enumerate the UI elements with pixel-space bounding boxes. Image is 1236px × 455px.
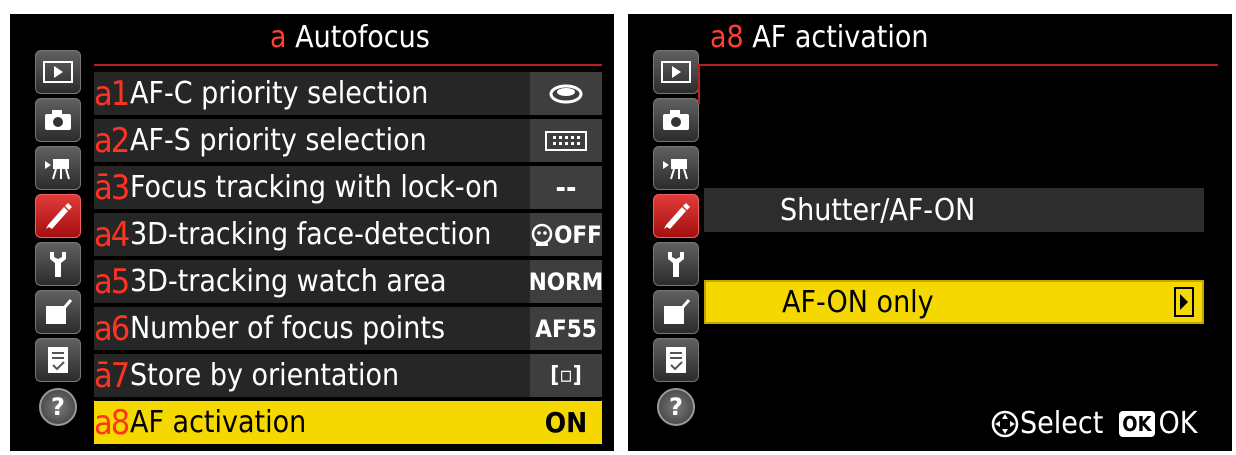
- movie-icon: [663, 159, 688, 180]
- menu-item-code: a5: [94, 261, 130, 302]
- footer-hints: Select OK OK: [990, 406, 1197, 441]
- menu-item-code: a2: [94, 120, 130, 161]
- select-hint: Select: [1020, 406, 1104, 441]
- wrench-icon: [668, 252, 684, 277]
- menu-item-a5[interactable]: a5 3D-tracking watch area NORM: [94, 260, 603, 303]
- face-icon: [531, 223, 553, 246]
- menu-item-value: OFF: [530, 213, 602, 256]
- menu-item-a7[interactable]: ā7 Store by orientation [▫]: [94, 354, 602, 397]
- tab-setup[interactable]: [653, 242, 699, 286]
- menu-item-code: ā3: [94, 167, 130, 208]
- menu-item-value: ON: [530, 401, 602, 444]
- tab-shooting[interactable]: [653, 98, 699, 142]
- menu-item-label: Focus tracking with lock-on: [130, 170, 499, 205]
- option-label: Shutter/AF-ON: [780, 192, 976, 228]
- tab-movie[interactable]: [653, 146, 699, 190]
- ok-hint: OK: [1158, 406, 1198, 441]
- right-arrow-icon: [1174, 287, 1194, 317]
- tab-shooting[interactable]: [35, 98, 81, 142]
- menu-item-label: Number of focus points: [130, 311, 446, 346]
- tab-playback[interactable]: [653, 50, 699, 94]
- title-text: AF activation: [752, 20, 929, 55]
- menu-item-label: 3D-tracking watch area: [130, 264, 447, 299]
- menu-item-label: Store by orientation: [130, 358, 400, 393]
- my-menu-icon: [666, 347, 686, 373]
- retouch-icon: [46, 299, 73, 324]
- title-divider: [698, 64, 1218, 66]
- menu-item-code: a6: [94, 308, 130, 349]
- tab-help[interactable]: ?: [39, 388, 77, 426]
- menu-item-a4[interactable]: a4 3D-tracking face-detection OFF: [94, 213, 602, 256]
- playback-icon: [661, 61, 691, 83]
- menu-item-value: AF55: [530, 307, 602, 350]
- menu-tab-column: ?: [650, 50, 702, 430]
- playback-icon: [43, 61, 73, 83]
- menu-item-a3[interactable]: ā3 Focus tracking with lock-on --: [94, 166, 602, 209]
- menu-item-code: a4: [94, 214, 130, 255]
- tab-my-menu[interactable]: [35, 338, 81, 382]
- menu-item-value: [▫]: [530, 354, 602, 397]
- page-title: a8 AF activation: [710, 20, 929, 55]
- tab-custom-settings[interactable]: [653, 194, 699, 238]
- option-shutter-af-on[interactable]: Shutter/AF-ON: [704, 188, 1204, 232]
- menu-item-label: AF activation: [130, 405, 307, 440]
- pencil-icon: [664, 203, 690, 229]
- help-icon: ?: [669, 393, 683, 421]
- multi-selector-icon: [991, 410, 1019, 437]
- menu-item-value: [530, 119, 602, 162]
- tab-my-menu[interactable]: [653, 338, 699, 382]
- menu-item-a8[interactable]: a8 AF activation ON: [94, 401, 602, 444]
- tab-playback[interactable]: [35, 50, 81, 94]
- autofocus-menu-list: a1 AF-C priority selection a2 AF-S prior…: [94, 72, 603, 448]
- menu-item-label: 3D-tracking face-detection: [130, 217, 492, 252]
- title-divider: [94, 64, 602, 66]
- menu-item-label: AF-S priority selection: [130, 123, 427, 158]
- title-prefix: a8: [710, 20, 744, 55]
- focus-area-icon: [545, 130, 587, 151]
- retouch-icon: [664, 299, 691, 324]
- camera-icon: [663, 110, 689, 130]
- tab-help[interactable]: ?: [657, 388, 695, 426]
- option-af-on-only[interactable]: AF-ON only: [704, 280, 1204, 324]
- menu-item-label: AF-C priority selection: [130, 76, 429, 111]
- option-label: AF-ON only: [782, 284, 934, 320]
- menu-item-value: [530, 72, 602, 115]
- help-icon: ?: [51, 393, 65, 421]
- title-divider-corner: [698, 64, 700, 104]
- autofocus-menu-screen: ? a Autofocus a1 AF-C priority selection…: [10, 14, 614, 451]
- my-menu-icon: [48, 347, 68, 373]
- menu-item-a6[interactable]: a6 Number of focus points AF55: [94, 307, 602, 350]
- pencil-icon: [46, 203, 72, 229]
- camera-icon: [45, 110, 71, 130]
- ok-button-icon: OK: [1119, 410, 1155, 437]
- tab-custom-settings[interactable]: [35, 194, 81, 238]
- release-icon: [549, 84, 583, 103]
- menu-item-code: ā7: [94, 355, 130, 396]
- face-detection-value: OFF: [554, 220, 602, 249]
- tab-retouch[interactable]: [35, 290, 81, 334]
- tab-movie[interactable]: [35, 146, 81, 190]
- movie-icon: [45, 159, 70, 180]
- menu-item-code: a1: [94, 73, 130, 114]
- menu-item-a2[interactable]: a2 AF-S priority selection: [94, 119, 602, 162]
- menu-item-value: NORM: [529, 260, 603, 303]
- tab-setup[interactable]: [35, 242, 81, 286]
- menu-item-a1[interactable]: a1 AF-C priority selection: [94, 72, 602, 115]
- title-prefix: a: [270, 20, 287, 55]
- af-activation-screen: ? a8 AF activation Shutter/AF-ON AF-ON o…: [628, 14, 1232, 451]
- menu-item-code: a8: [94, 402, 130, 443]
- wrench-icon: [50, 252, 66, 277]
- title-text: Autofocus: [295, 20, 430, 55]
- menu-item-value: --: [530, 166, 602, 209]
- menu-tab-column: ?: [32, 50, 84, 430]
- page-title: a Autofocus: [270, 20, 430, 55]
- tab-retouch[interactable]: [653, 290, 699, 334]
